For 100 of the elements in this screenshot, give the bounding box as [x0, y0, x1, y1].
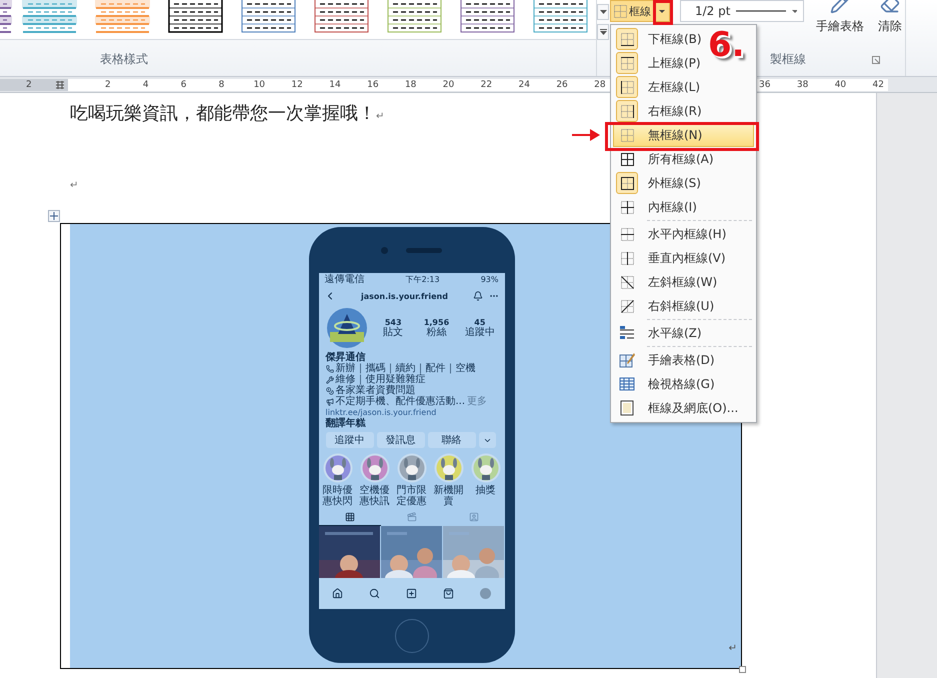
border-icon [620, 152, 634, 166]
menu-item[interactable]: 外框線(S) [613, 171, 706, 195]
menu-item[interactable]: 水平線(Z) [613, 321, 707, 345]
grid-icon [344, 512, 354, 522]
person-tag-icon [468, 512, 478, 522]
username: jason.is.your.friend [361, 292, 448, 300]
menu-item[interactable]: 無框線(N) [613, 123, 754, 147]
ruler-number: 10 [252, 80, 266, 90]
shopping-bag-icon[interactable] [443, 588, 454, 599]
table-style-thumbnail[interactable] [0, 0, 12, 33]
paragraph: 吃喝玩樂資訊，都能帶您一次掌握哦！↵ [70, 102, 384, 126]
menu-item[interactable]: 右斜框線(U) [613, 294, 720, 318]
page-icon [619, 400, 635, 416]
highlight-label[interactable]: 新機開賣 [432, 485, 464, 507]
bio-text: 翻譯年糕 [326, 418, 366, 429]
bio-text: 新辦｜攜碼｜續約｜配件｜空機 [336, 363, 476, 374]
add-icon[interactable] [406, 588, 417, 599]
dialog-launcher-icon[interactable] [872, 56, 880, 64]
bio-icon [326, 364, 334, 372]
gridlines-icon [619, 376, 635, 392]
highlight-label[interactable]: 門市限定優惠 [396, 485, 428, 507]
search-icon[interactable] [368, 588, 380, 599]
border-icon [620, 226, 634, 242]
stat-label: 追蹤中 [464, 327, 495, 338]
eraser-button[interactable]: 清除 [876, 0, 904, 35]
bio-icon [326, 376, 334, 384]
profile-action-button[interactable]: 聯絡 [428, 432, 476, 448]
bio-text: 維修｜使用疑難雜症 [336, 374, 426, 385]
caret-icon [792, 10, 797, 12]
ruler-number: 36 [758, 80, 772, 90]
stat-value: 543 [384, 318, 402, 327]
clapperboard-icon [406, 512, 416, 522]
cell-end-mark: ↵ [728, 643, 737, 654]
menu-item[interactable]: 右框線(R) [613, 99, 707, 123]
stat-value: 45 [474, 318, 486, 327]
ruler-number: 24 [517, 80, 531, 90]
ruler-number: 4 [142, 80, 150, 90]
highlight-label[interactable]: 抽獎 [470, 485, 502, 496]
menu-item[interactable]: 檢視格線(G) [613, 372, 720, 396]
ruler-number: 22 [480, 80, 494, 90]
menu-item[interactable]: 手繪表格(D) [613, 348, 720, 372]
bio-text: 不定期手機、配件優惠活動... [336, 396, 466, 407]
group-label: 製框線 [770, 51, 806, 68]
bell-icon[interactable] [473, 291, 484, 301]
highlight-label[interactable]: 限時優惠快閃 [322, 485, 354, 507]
table-style-thumbnail[interactable] [533, 0, 588, 33]
table-style-thumbnail[interactable] [314, 0, 369, 33]
stat-label: 粉絲 [426, 327, 446, 338]
menu-item[interactable]: 框線及網底(O)... [613, 396, 744, 420]
table-style-thumbnail[interactable] [241, 0, 296, 33]
table-style-thumbnail[interactable] [95, 0, 150, 33]
speaker-icon [406, 248, 442, 252]
step-number: 6. [708, 25, 745, 65]
table-style-thumbnail[interactable] [387, 0, 442, 33]
menu-item[interactable]: 下框線(B) [613, 27, 707, 51]
pencil-icon [830, 0, 850, 14]
ruler-number: 14 [328, 80, 342, 90]
time-text: 下午2:13 [406, 274, 440, 285]
profile-action-button[interactable]: 追蹤中 [326, 432, 374, 448]
bio-text: 各家業者資費問題 [336, 385, 416, 396]
ruler-number: 20 [442, 80, 456, 90]
line-weight-dropdown[interactable]: 1/2 pt [680, 0, 804, 22]
menu-item[interactable]: 左斜框線(W) [613, 270, 722, 294]
draw-table-button[interactable]: 手繪表格 [814, 0, 866, 35]
ruler-number: 16 [366, 80, 380, 90]
caret-icon [600, 29, 606, 35]
border-icon [620, 56, 634, 70]
ruler-number: 28 [593, 80, 607, 90]
resize-handle[interactable] [739, 666, 746, 673]
paragraph-mark: ↵ [70, 180, 78, 193]
menu-item[interactable]: 左框線(L) [613, 75, 706, 99]
table-column-marker-icon[interactable] [56, 80, 64, 88]
menu-item[interactable]: 上框線(P) [613, 51, 706, 75]
scroll-up-button[interactable] [597, 4, 609, 20]
group-label: 表格樣式 [99, 51, 149, 68]
table-style-thumbnail[interactable] [168, 0, 223, 33]
home-icon[interactable] [332, 588, 343, 599]
profile-action-button[interactable]: 發訊息 [376, 432, 424, 448]
table-move-handle[interactable] [48, 210, 60, 222]
border-icon [620, 32, 634, 46]
line-sample-icon [736, 8, 786, 14]
menu-item[interactable]: 內框線(I) [613, 195, 702, 219]
menu-item[interactable]: 垂直內框線(V) [613, 246, 731, 270]
highlight-label[interactable]: 空機優惠快訊 [358, 485, 390, 507]
ruler-number: 6 [180, 80, 188, 90]
table-style-thumbnail[interactable] [22, 0, 77, 33]
border-icon [613, 4, 628, 18]
ruler-number: 18 [404, 80, 418, 90]
border-icon [620, 298, 634, 314]
bio-icon [326, 398, 334, 406]
menu-item[interactable]: 水平內框線(H) [613, 222, 732, 246]
ruler-number: 42 [872, 80, 885, 90]
ruler-number: 2 [26, 80, 32, 90]
ruler-number: 40 [834, 80, 848, 90]
bio-link[interactable]: linktr.ee/jason.is.your.friend [326, 408, 436, 417]
table-style-thumbnail[interactable] [460, 0, 515, 33]
more-styles-button[interactable] [597, 24, 609, 40]
menu-item[interactable]: 所有框線(A) [613, 147, 719, 171]
borders-button[interactable]: 框線 [610, 0, 654, 22]
border-icon [620, 80, 634, 94]
